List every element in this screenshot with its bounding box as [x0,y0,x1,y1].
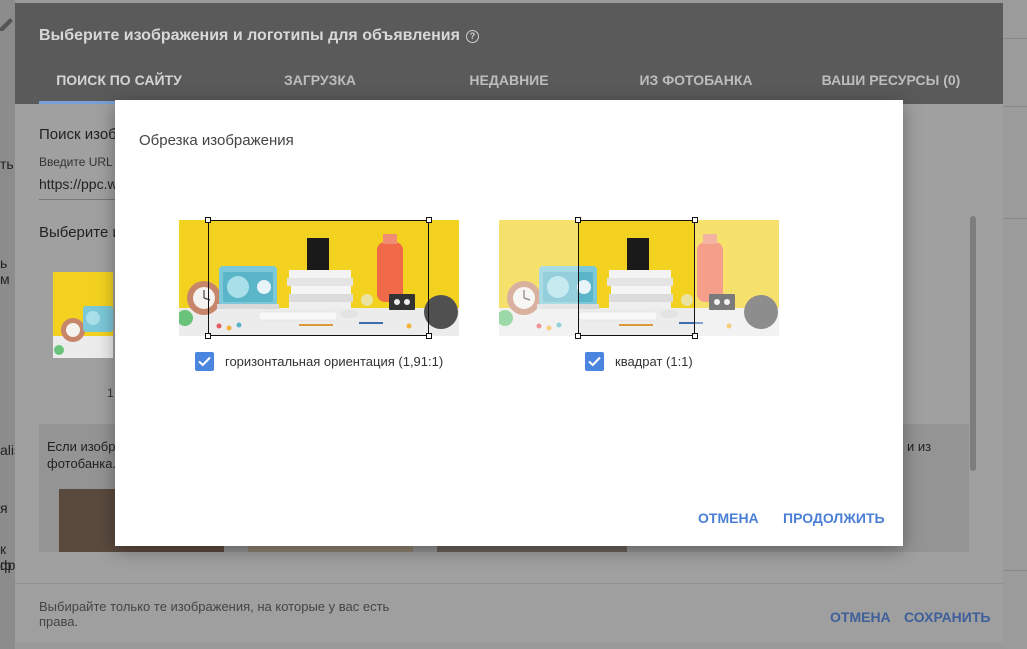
checkmark-icon [198,356,211,366]
landscape-checkbox[interactable] [195,351,214,371]
crop-handle[interactable] [205,217,211,223]
crop-handle[interactable] [692,333,698,339]
select-images-label: Выберите и [39,224,121,241]
landscape-crop-frame[interactable] [205,217,432,339]
crop-dialog-title: Обрезка изображения [139,132,294,149]
crop-handle[interactable] [205,333,211,339]
background-fragment: ь м [0,255,10,287]
background-fragment: я [0,500,8,516]
crop-cancel-button[interactable]: ОТМЕНА [698,510,759,526]
edit-pencil-icon [0,18,13,31]
continue-button[interactable]: ПРОДОЛЖИТЬ [783,510,885,526]
crop-dialog: Обрезка изображения горизонтальная ориен… [115,100,903,546]
landscape-option-label: горизонтальная ориентация (1,91:1) [225,353,444,369]
save-button[interactable]: СОХРАНИТЬ [904,609,990,625]
background-fragment: ть [0,156,14,172]
crop-handle[interactable] [692,217,698,223]
crop-handle[interactable] [426,217,432,223]
thumbnail-caption: 1 [107,386,114,400]
background-fragment: пр [0,557,16,573]
crop-handle[interactable] [575,217,581,223]
site-search-label: Поиск изоб [39,126,117,143]
dialog-footer: Выбирайте только те изображения, на кото… [15,583,1003,643]
scrollbar[interactable] [970,216,976,471]
info-text-line1: Если изобр [47,439,116,454]
background-right-strip [1003,0,1027,649]
info-text-right: и из [907,439,932,454]
checkmark-icon [588,356,601,366]
crop-mask-left [499,220,578,336]
square-crop-frame[interactable] [575,217,698,339]
crop-mask-right [694,220,779,336]
url-input-underline [39,199,119,200]
url-input[interactable]: https://ppc.w [39,176,118,192]
cancel-button[interactable]: ОТМЕНА [830,609,891,625]
footer-note: Выбирайте только те изображения, на кото… [39,599,390,629]
image-thumbnail[interactable] [51,272,115,358]
info-text-line2: фотобанка. [47,456,117,471]
square-option[interactable]: квадрат (1:1) [585,350,693,372]
landscape-option[interactable]: горизонтальная ориентация (1,91:1) [195,350,443,372]
background-left-strip: ть ь м alis я к ф пр [0,0,21,649]
dialog-header: Выберите изображения и логотипы для объя… [15,3,1003,104]
crop-handle[interactable] [575,333,581,339]
square-option-label: квадрат (1:1) [615,353,693,369]
dialog-title: Выберите изображения и логотипы для объя… [39,27,479,45]
square-checkbox[interactable] [585,351,604,371]
dialog-title-text: Выберите изображения и логотипы для объя… [39,27,460,44]
help-icon[interactable]: ? [465,30,479,43]
url-hint: Введите URL [39,155,113,169]
crop-handle[interactable] [426,333,432,339]
